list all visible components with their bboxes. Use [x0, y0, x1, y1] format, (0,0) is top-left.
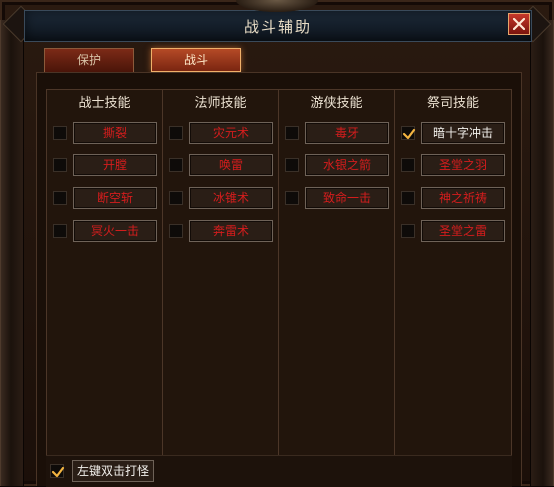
- column-header: 法师技能: [194, 96, 247, 111]
- skill-checkbox[interactable]: [285, 158, 299, 172]
- skill-checkbox[interactable]: [53, 224, 67, 238]
- skill-row: 致命一击: [279, 187, 395, 211]
- column-priest: 祭司技能 暗十字冲击 圣堂之羽 神之祈祷 圣堂之雷: [395, 90, 511, 456]
- skill-row: 开膛: [47, 154, 163, 178]
- left-double-click-checkbox[interactable]: [50, 464, 65, 478]
- frame-right-edge: [530, 20, 554, 486]
- skill-checkbox[interactable]: [169, 158, 183, 172]
- skill-checkbox[interactable]: [53, 191, 67, 205]
- skill-checkbox[interactable]: [169, 224, 183, 238]
- skill-checkbox-checked[interactable]: [401, 126, 416, 140]
- skill-row: 圣堂之羽: [395, 154, 511, 178]
- skill-button[interactable]: 致命一击: [305, 187, 389, 209]
- skill-button[interactable]: 撕裂: [73, 122, 157, 144]
- window-title: 战斗辅助: [243, 18, 312, 36]
- skill-checkbox[interactable]: [401, 158, 415, 172]
- column-header: 游侠技能: [310, 96, 363, 111]
- skill-checkbox[interactable]: [401, 191, 415, 205]
- skill-checkbox[interactable]: [53, 158, 67, 172]
- skill-row: 灾元术: [163, 122, 279, 146]
- skill-button[interactable]: 水银之箭: [305, 154, 389, 176]
- skill-checkbox[interactable]: [169, 126, 183, 140]
- skill-row: 毒牙: [279, 122, 395, 146]
- skill-row: 冥火一击: [47, 220, 163, 244]
- skill-row: 奔雷术: [163, 220, 279, 244]
- skill-row: 冰锥术: [163, 187, 279, 211]
- skill-row: 唤雷: [163, 154, 279, 178]
- skill-checkbox[interactable]: [285, 191, 299, 205]
- skill-button[interactable]: 暗十字冲击: [421, 122, 505, 144]
- checkmark-icon: [402, 128, 416, 140]
- skill-button[interactable]: 灾元术: [189, 122, 273, 144]
- left-double-click-option[interactable]: 左键双击打怪: [50, 460, 190, 484]
- column-mage: 法师技能 灾元术 唤雷 冰锥术 奔雷术: [163, 90, 279, 456]
- column-header: 战士技能: [78, 96, 131, 111]
- frame-left-edge: [0, 20, 24, 486]
- close-icon: [513, 18, 525, 30]
- skill-row: 圣堂之雷: [395, 220, 511, 244]
- skill-checkbox[interactable]: [169, 191, 183, 205]
- skill-button[interactable]: 开膛: [73, 154, 157, 176]
- title-bar: 战斗辅助: [24, 10, 532, 42]
- skill-row: 断空斩: [47, 187, 163, 211]
- skill-button[interactable]: 断空斩: [73, 187, 157, 209]
- skill-button[interactable]: 冥火一击: [73, 220, 157, 242]
- tab-protect[interactable]: 保护: [44, 48, 134, 72]
- skill-button[interactable]: 神之祈祷: [421, 187, 505, 209]
- skill-button[interactable]: 圣堂之雷: [421, 220, 505, 242]
- skill-row: 水银之箭: [279, 154, 395, 178]
- skill-button[interactable]: 圣堂之羽: [421, 154, 505, 176]
- column-header: 祭司技能: [426, 96, 479, 111]
- skill-checkbox[interactable]: [285, 126, 299, 140]
- skill-button[interactable]: 毒牙: [305, 122, 389, 144]
- skill-button[interactable]: 冰锥术: [189, 187, 273, 209]
- crest-ornament: [236, 0, 318, 12]
- skill-button[interactable]: 奔雷术: [189, 220, 273, 242]
- tab-combat[interactable]: 战斗: [151, 48, 241, 72]
- skill-checkbox[interactable]: [53, 126, 67, 140]
- close-button[interactable]: [508, 13, 530, 35]
- column-ranger: 游侠技能 毒牙 水银之箭 致命一击: [279, 90, 395, 456]
- skill-button[interactable]: 唤雷: [189, 154, 273, 176]
- skill-row: 暗十字冲击: [395, 122, 511, 146]
- skill-row: 神之祈祷: [395, 187, 511, 211]
- checkmark-icon: [51, 466, 65, 478]
- left-double-click-label[interactable]: 左键双击打怪: [72, 460, 154, 482]
- column-warrior: 战士技能 撕裂 开膛 断空斩 冥火一击: [47, 90, 163, 456]
- skill-row: 撕裂: [47, 122, 163, 146]
- skill-columns: 战士技能 撕裂 开膛 断空斩 冥火一击 法师技能 灾元术 唤雷 冰锥术 奔雷术 …: [46, 89, 512, 457]
- skill-checkbox[interactable]: [401, 224, 415, 238]
